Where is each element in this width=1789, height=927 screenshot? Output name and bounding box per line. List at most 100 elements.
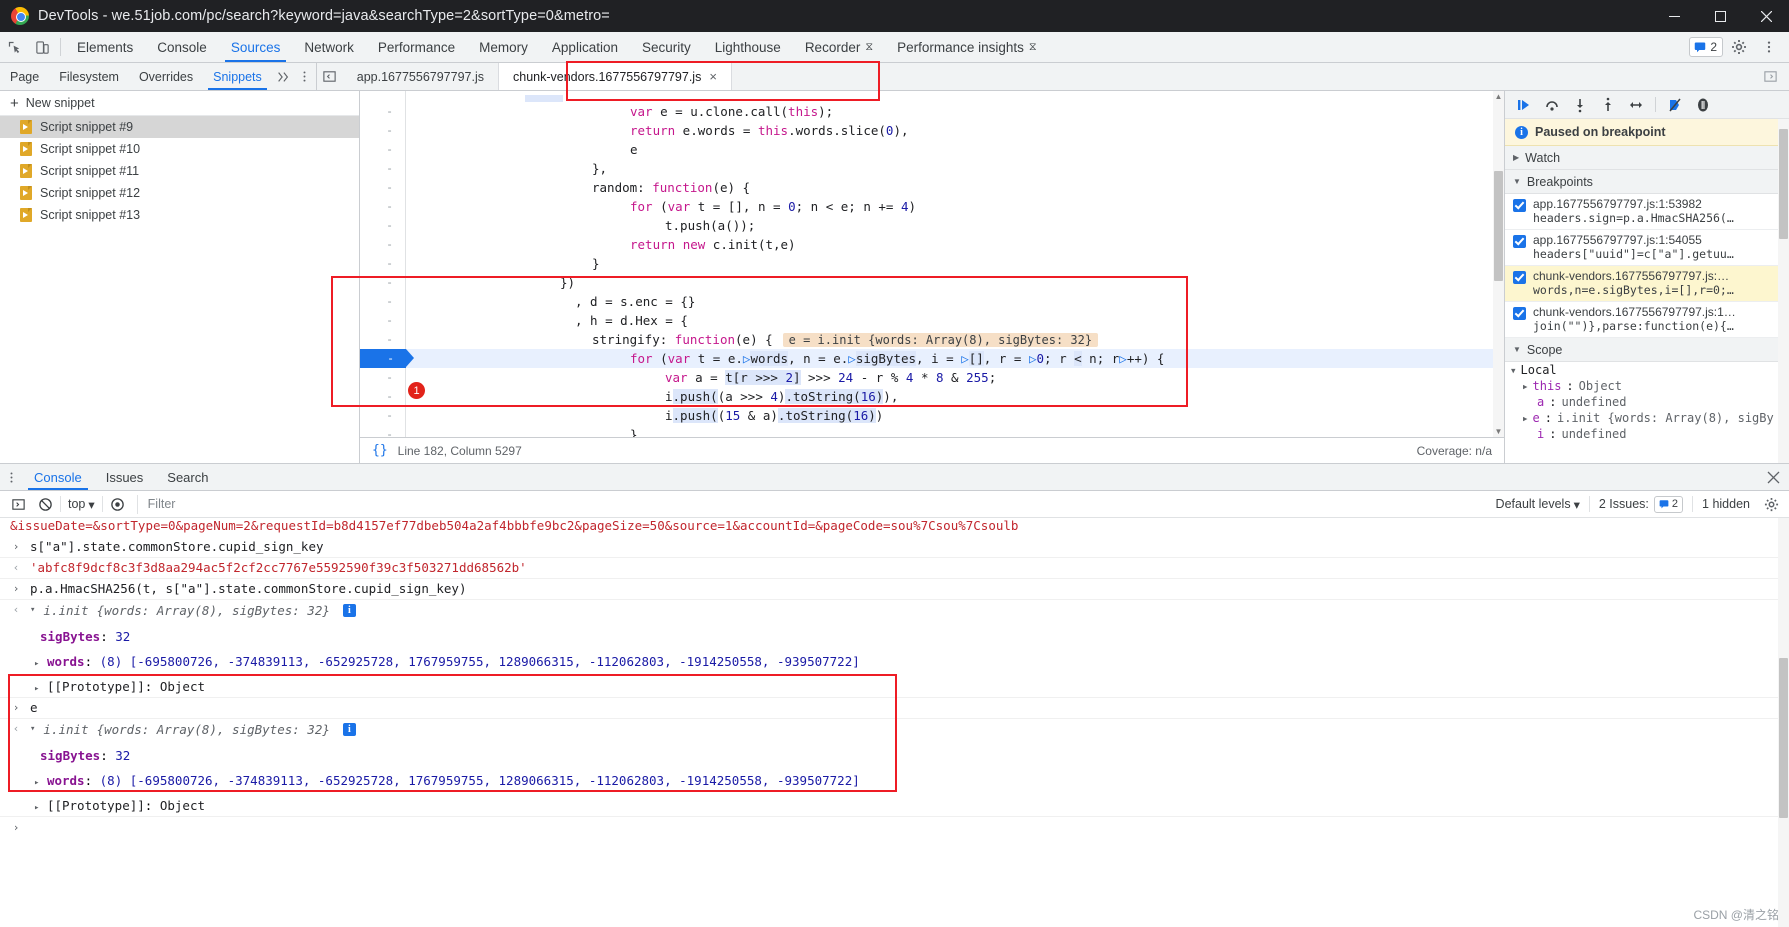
breakpoint-item[interactable]: chunk-vendors.1677556797797.js:1… join("… bbox=[1505, 302, 1789, 338]
gear-icon[interactable] bbox=[1759, 494, 1783, 515]
object-property-row[interactable]: ▸ [[Prototype]]: Object bbox=[10, 796, 1781, 816]
step-into-icon[interactable] bbox=[1567, 94, 1593, 116]
breakpoint-checkbox[interactable] bbox=[1513, 199, 1526, 212]
scrollbar-thumb[interactable] bbox=[1494, 171, 1503, 281]
deactivate-breakpoints-icon[interactable] bbox=[1662, 94, 1688, 116]
scope-row-i[interactable]: i: undefined bbox=[1505, 426, 1789, 442]
more-vertical-icon[interactable] bbox=[1755, 40, 1783, 54]
scroll-up-arrow[interactable]: ▲ bbox=[1493, 91, 1504, 102]
object-property-row[interactable]: ▸ words: (8) [-695800726, -374839113, -6… bbox=[10, 771, 1781, 788]
code-scroll-area[interactable]: - var e = u.clone.call(this); - return e… bbox=[360, 91, 1504, 437]
gear-icon[interactable] bbox=[1725, 39, 1753, 55]
line-gutter[interactable]: - bbox=[360, 406, 406, 425]
snippet-item-10[interactable]: Script snippet #10 bbox=[0, 138, 359, 160]
snippets-more-icon[interactable] bbox=[294, 63, 316, 90]
line-gutter[interactable]: - bbox=[360, 121, 406, 140]
line-gutter[interactable]: - bbox=[360, 140, 406, 159]
scrollbar-thumb[interactable] bbox=[1779, 129, 1788, 239]
drawer-tab-console[interactable]: Console bbox=[22, 464, 94, 490]
nav-tab-page[interactable]: Page bbox=[0, 63, 49, 90]
scope-section-header[interactable]: ▼ Scope bbox=[1505, 338, 1789, 362]
snippet-item-13[interactable]: Script snippet #13 bbox=[0, 204, 359, 226]
scope-row-e[interactable]: ▶ e: i.init {words: Array(8), sigBy bbox=[1505, 410, 1789, 426]
line-gutter[interactable]: - bbox=[360, 102, 406, 121]
log-levels-selector[interactable]: Default levels ▾ bbox=[1490, 497, 1586, 512]
watch-section-header[interactable]: ▶ Watch bbox=[1505, 146, 1789, 170]
chevron-down-icon[interactable]: ▾ bbox=[30, 724, 35, 734]
step-icon[interactable] bbox=[1623, 94, 1649, 116]
console-prompt-row[interactable]: › bbox=[0, 816, 1789, 839]
info-icon[interactable]: i bbox=[343, 723, 356, 736]
file-tab-chunk-vendors-js[interactable]: chunk-vendors.1677556797797.js × bbox=[499, 63, 732, 90]
code-line[interactable]: - }, bbox=[360, 159, 1504, 178]
line-gutter[interactable]: - bbox=[360, 387, 406, 406]
show-navigator-icon[interactable] bbox=[317, 63, 343, 90]
scope-row-a[interactable]: a: undefined bbox=[1505, 394, 1789, 410]
nav-tab-overrides[interactable]: Overrides bbox=[129, 63, 203, 90]
editor-scrollbar[interactable]: ▲ ▼ bbox=[1493, 91, 1504, 437]
breakpoint-checkbox[interactable] bbox=[1513, 235, 1526, 248]
resume-script-icon[interactable] bbox=[1511, 94, 1537, 116]
console-input-row[interactable]: › e bbox=[0, 697, 1789, 719]
pause-on-exceptions-icon[interactable] bbox=[1690, 94, 1716, 116]
show-debugger-icon[interactable] bbox=[1757, 69, 1783, 84]
object-property-row[interactable]: ▸ words: (8) [-695800726, -374839113, -6… bbox=[10, 652, 1781, 669]
tab-application[interactable]: Application bbox=[540, 32, 630, 62]
nav-tab-filesystem[interactable]: Filesystem bbox=[49, 63, 129, 90]
drawer-tab-search[interactable]: Search bbox=[155, 464, 220, 490]
breakpoint-number-badge[interactable]: 1 bbox=[408, 382, 425, 399]
line-gutter[interactable] bbox=[360, 91, 406, 102]
chevron-right-icon[interactable]: ▸ bbox=[34, 803, 39, 813]
code-line[interactable]: - }) bbox=[360, 273, 1504, 292]
console-filter-input[interactable] bbox=[137, 495, 1487, 514]
tab-elements[interactable]: Elements bbox=[65, 32, 145, 62]
maximize-button[interactable] bbox=[1697, 0, 1743, 32]
code-line[interactable]: - return new c.init(t,e) bbox=[360, 235, 1504, 254]
tab-security[interactable]: Security bbox=[630, 32, 703, 62]
code-line[interactable]: - random: function(e) { bbox=[360, 178, 1504, 197]
close-icon[interactable] bbox=[1757, 464, 1789, 490]
step-over-icon[interactable] bbox=[1539, 94, 1565, 116]
breakpoint-item-active[interactable]: chunk-vendors.1677556797797.js:… words,n… bbox=[1505, 266, 1789, 302]
line-gutter[interactable]: - bbox=[360, 254, 406, 273]
breakpoint-item[interactable]: app.1677556797797.js:1:54055 headers["uu… bbox=[1505, 230, 1789, 266]
line-gutter[interactable]: - bbox=[360, 425, 406, 437]
code-line[interactable]: - e bbox=[360, 140, 1504, 159]
object-header-row[interactable]: ‹ ▾ i.init {words: Array(8), sigBytes: 3… bbox=[10, 602, 1781, 618]
chevron-right-icon[interactable]: ▸ bbox=[34, 659, 39, 669]
code-line[interactable]: - , d = s.enc = {} bbox=[360, 292, 1504, 311]
code-line[interactable]: - i.push((a >>> 4).toString(16)), bbox=[360, 387, 1504, 406]
drawer-tab-issues[interactable]: Issues bbox=[94, 464, 156, 490]
minimize-button[interactable] bbox=[1651, 0, 1697, 32]
breakpoint-gutter[interactable]: - bbox=[360, 349, 406, 368]
snippet-item-12[interactable]: Script snippet #12 bbox=[0, 182, 359, 204]
tab-recorder[interactable]: Recorder ⧖ bbox=[793, 32, 885, 62]
close-icon[interactable]: × bbox=[709, 69, 717, 84]
console-messages[interactable]: &issueDate=&sortType=0&pageNum=2&request… bbox=[0, 518, 1789, 927]
line-gutter[interactable]: - bbox=[360, 235, 406, 254]
breakpoint-checkbox[interactable] bbox=[1513, 307, 1526, 320]
tab-network[interactable]: Network bbox=[292, 32, 366, 62]
console-scrollbar[interactable] bbox=[1778, 518, 1789, 927]
tab-performance-insights[interactable]: Performance insights ⧖ bbox=[885, 32, 1049, 62]
inspect-element-icon[interactable] bbox=[0, 32, 28, 62]
line-gutter[interactable]: - bbox=[360, 178, 406, 197]
code-line[interactable]: - stringify: function(e) {e = i.init {wo… bbox=[360, 330, 1504, 349]
object-header-row[interactable]: ‹ ▾ i.init {words: Array(8), sigBytes: 3… bbox=[10, 721, 1781, 737]
code-line-executing[interactable]: - for (var t = e.▷words, n = e.▷sigBytes… bbox=[360, 349, 1504, 368]
tab-sources[interactable]: Sources bbox=[219, 32, 293, 62]
chevron-right-icon[interactable]: ▶ bbox=[1523, 414, 1528, 423]
debugger-scrollbar[interactable] bbox=[1778, 119, 1789, 463]
nav-tab-snippets[interactable]: Snippets bbox=[203, 63, 272, 90]
breakpoint-checkbox[interactable] bbox=[1513, 271, 1526, 284]
line-gutter[interactable]: - bbox=[360, 292, 406, 311]
breakpoints-section-header[interactable]: ▼ Breakpoints bbox=[1505, 170, 1789, 194]
tab-memory[interactable]: Memory bbox=[467, 32, 540, 62]
scope-group-local[interactable]: ▼ Local bbox=[1505, 362, 1789, 378]
tab-lighthouse[interactable]: Lighthouse bbox=[703, 32, 793, 62]
drawer-more-icon[interactable] bbox=[0, 464, 22, 490]
code-line[interactable]: - for (var t = [], n = 0; n < e; n += 4) bbox=[360, 197, 1504, 216]
chevron-right-icon[interactable]: ▸ bbox=[34, 684, 39, 694]
code-line[interactable]: - , h = d.Hex = { bbox=[360, 311, 1504, 330]
device-toolbar-icon[interactable] bbox=[28, 32, 56, 62]
